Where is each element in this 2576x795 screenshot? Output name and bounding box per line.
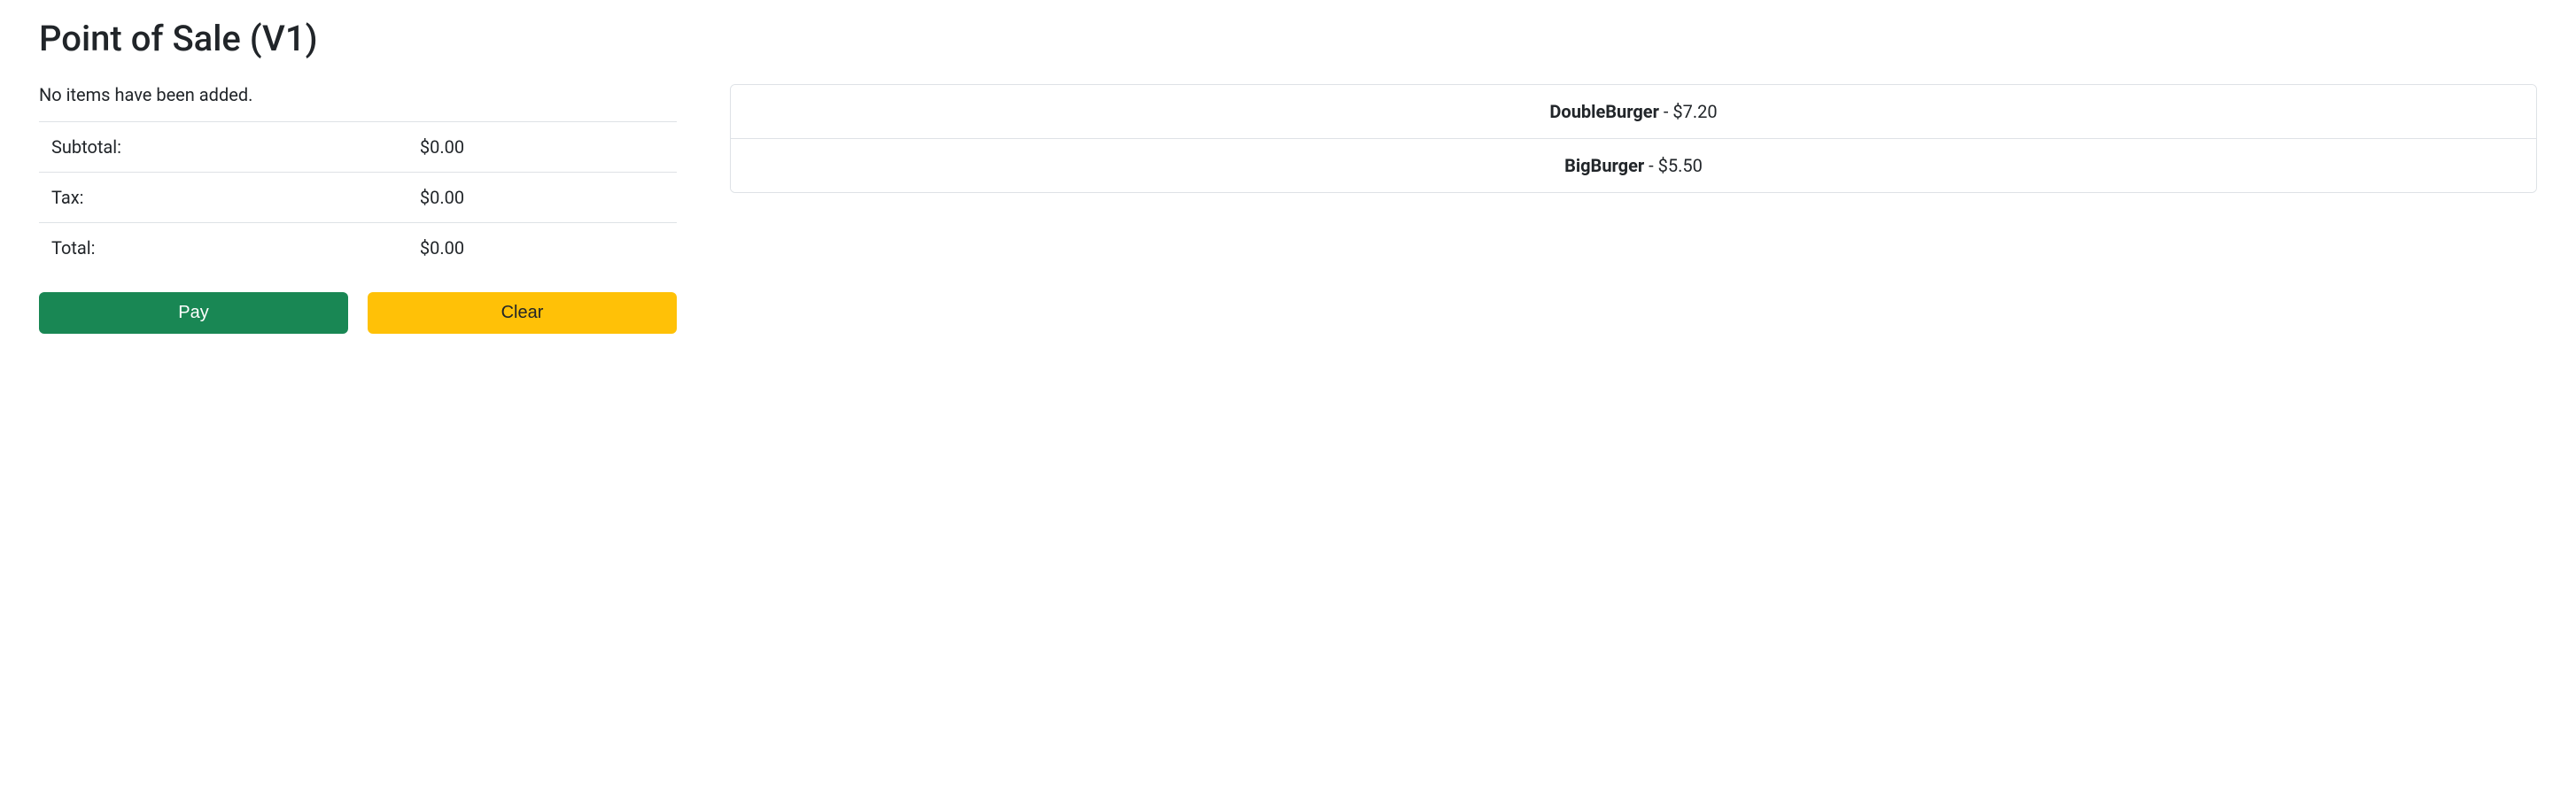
empty-cart-message: No items have been added. — [39, 84, 677, 105]
tax-row: Tax: $0.00 — [39, 173, 677, 223]
product-name: DoubleBurger — [1549, 101, 1659, 122]
cart-panel: No items have been added. Subtotal: $0.0… — [39, 84, 677, 334]
total-label: Total: — [39, 223, 407, 274]
product-item-doubleburger[interactable]: DoubleBurger - $7.20 — [731, 85, 2536, 139]
pay-button[interactable]: Pay — [39, 292, 348, 334]
tax-value: $0.00 — [407, 173, 677, 223]
product-price: $7.20 — [1672, 101, 1717, 122]
total-row: Total: $0.00 — [39, 223, 677, 274]
total-value: $0.00 — [407, 223, 677, 274]
totals-table: Subtotal: $0.00 Tax: $0.00 Total: $0.00 — [39, 121, 677, 273]
page-title: Point of Sale (V1) — [39, 18, 2537, 59]
product-sep: - — [1644, 155, 1657, 176]
subtotal-value: $0.00 — [407, 122, 677, 173]
subtotal-label: Subtotal: — [39, 122, 407, 173]
clear-button[interactable]: Clear — [368, 292, 677, 334]
product-sep: - — [1659, 101, 1672, 122]
product-catalog: DoubleBurger - $7.20 BigBurger - $5.50 — [730, 84, 2537, 334]
product-price: $5.50 — [1658, 155, 1703, 176]
product-name: BigBurger — [1564, 155, 1644, 176]
product-item-bigburger[interactable]: BigBurger - $5.50 — [731, 139, 2536, 192]
tax-label: Tax: — [39, 173, 407, 223]
subtotal-row: Subtotal: $0.00 — [39, 122, 677, 173]
